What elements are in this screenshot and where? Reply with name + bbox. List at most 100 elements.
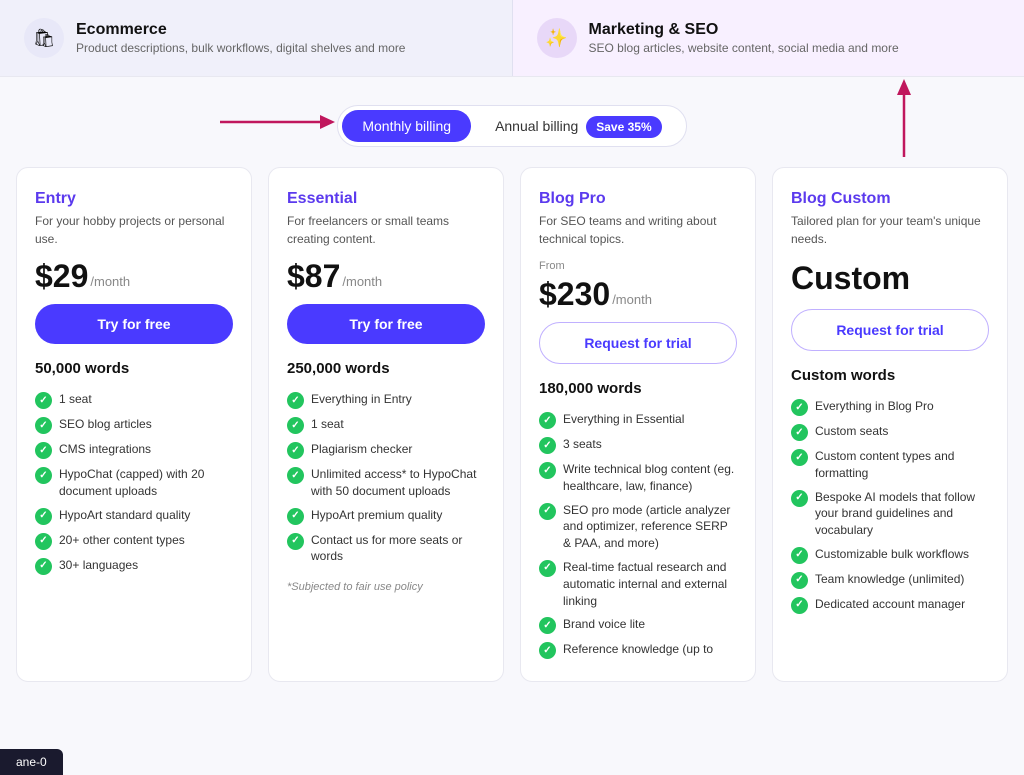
- essential-feature-4: Unlimited access* to HypoChat with 50 do…: [287, 466, 485, 500]
- ecommerce-desc: Product descriptions, bulk workflows, di…: [76, 41, 405, 55]
- essential-feature-6: Contact us for more seats or words: [287, 532, 485, 566]
- check-icon: [35, 508, 52, 525]
- blogpro-feature-4: SEO pro mode (article analyzer and optim…: [539, 502, 737, 552]
- essential-words: 250,000 words: [287, 360, 485, 377]
- essential-price: $87: [287, 260, 340, 292]
- blogpro-feature-2: 3 seats: [539, 436, 737, 454]
- blogcustom-plan-name: Blog Custom: [791, 190, 989, 208]
- check-icon: [791, 490, 808, 507]
- bottom-tab[interactable]: ane-0: [0, 749, 63, 775]
- save-badge: Save 35%: [586, 116, 661, 138]
- blogcustom-feature-5: Customizable bulk workflows: [791, 546, 989, 564]
- check-icon: [791, 449, 808, 466]
- entry-feature-7: 30+ languages: [35, 557, 233, 575]
- blogpro-feature-6: Brand voice lite: [539, 616, 737, 634]
- blogcustom-features: Everything in Blog Pro Custom seats Cust…: [791, 398, 989, 614]
- check-icon: [791, 399, 808, 416]
- entry-plan-name: Entry: [35, 190, 233, 208]
- monthly-billing-option[interactable]: Monthly billing: [342, 110, 471, 142]
- entry-words: 50,000 words: [35, 360, 233, 377]
- marketing-text: Marketing & SEO SEO blog articles, websi…: [589, 21, 899, 55]
- blogcustom-trial-button[interactable]: Request for trial: [791, 309, 989, 351]
- blogpro-feature-1: Everything in Essential: [539, 411, 737, 429]
- entry-feature-2: SEO blog articles: [35, 416, 233, 434]
- marketing-desc: SEO blog articles, website content, soci…: [589, 41, 899, 55]
- blogcustom-feature-6: Team knowledge (unlimited): [791, 571, 989, 589]
- marketing-icon: ✨: [537, 18, 577, 58]
- blogpro-words: 180,000 words: [539, 380, 737, 397]
- blogcustom-plan-desc: Tailored plan for your team's unique nee…: [791, 212, 989, 248]
- blogpro-card: Blog Pro For SEO teams and writing about…: [520, 167, 756, 682]
- marketing-category[interactable]: ✨ Marketing & SEO SEO blog articles, web…: [513, 0, 1024, 76]
- entry-feature-6: 20+ other content types: [35, 532, 233, 550]
- blogcustom-feature-1: Everything in Blog Pro: [791, 398, 989, 416]
- blogpro-feature-3: Write technical blog content (eg. health…: [539, 461, 737, 495]
- entry-feature-3: CMS integrations: [35, 441, 233, 459]
- blogcustom-words: Custom words: [791, 367, 989, 384]
- marketing-title: Marketing & SEO: [589, 21, 899, 39]
- essential-plan-name: Essential: [287, 190, 485, 208]
- entry-card: Entry For your hobby projects or persona…: [16, 167, 252, 682]
- blogcustom-feature-2: Custom seats: [791, 423, 989, 441]
- annual-billing-option[interactable]: Annual billing Save 35%: [475, 110, 682, 142]
- blogpro-from: From: [539, 260, 737, 272]
- blogpro-plan-desc: For SEO teams and writing about technica…: [539, 212, 737, 248]
- blogcustom-price: Custom: [791, 260, 989, 297]
- essential-card: Essential For freelancers or small teams…: [268, 167, 504, 682]
- blogpro-period: /month: [612, 292, 652, 307]
- right-arrow-icon: [889, 77, 919, 157]
- blogpro-trial-button[interactable]: Request for trial: [539, 322, 737, 364]
- check-icon: [539, 642, 556, 659]
- blogcustom-card: Blog Custom Tailored plan for your team'…: [772, 167, 1008, 682]
- entry-feature-1: 1 seat: [35, 391, 233, 409]
- blogpro-price: $230: [539, 278, 610, 310]
- check-icon: [539, 412, 556, 429]
- ecommerce-title: Ecommerce: [76, 21, 405, 39]
- billing-section: Monthly billing Annual billing Save 35%: [0, 77, 1024, 167]
- check-icon: [35, 533, 52, 550]
- essential-feature-5: HypoArt premium quality: [287, 507, 485, 525]
- entry-period: /month: [90, 274, 130, 289]
- check-icon: [539, 617, 556, 634]
- category-bar: 🛍 Ecommerce Product descriptions, bulk w…: [0, 0, 1024, 77]
- essential-note: *Subjected to fair use policy: [287, 581, 485, 593]
- check-icon: [35, 392, 52, 409]
- entry-features: 1 seat SEO blog articles CMS integration…: [35, 391, 233, 575]
- ecommerce-category[interactable]: 🛍 Ecommerce Product descriptions, bulk w…: [0, 0, 513, 76]
- check-icon: [287, 442, 304, 459]
- check-icon: [791, 572, 808, 589]
- blogpro-price-row: $230 /month: [539, 278, 737, 310]
- pricing-cards: Entry For your hobby projects or persona…: [0, 167, 1024, 702]
- ecommerce-icon: 🛍: [24, 18, 64, 58]
- check-icon: [791, 597, 808, 614]
- check-icon: [791, 547, 808, 564]
- essential-try-free-button[interactable]: Try for free: [287, 304, 485, 344]
- check-icon: [35, 442, 52, 459]
- blogpro-features: Everything in Essential 3 seats Write te…: [539, 411, 737, 659]
- essential-period: /month: [342, 274, 382, 289]
- entry-plan-desc: For your hobby projects or personal use.: [35, 212, 233, 248]
- essential-feature-3: Plagiarism checker: [287, 441, 485, 459]
- check-icon: [539, 462, 556, 479]
- blogcustom-feature-4: Bespoke AI models that follow your brand…: [791, 489, 989, 539]
- essential-features: Everything in Entry 1 seat Plagiarism ch…: [287, 391, 485, 565]
- entry-price: $29: [35, 260, 88, 292]
- check-icon: [287, 533, 304, 550]
- left-arrow-icon: [220, 107, 340, 137]
- blogpro-plan-name: Blog Pro: [539, 190, 737, 208]
- blogcustom-feature-3: Custom content types and formatting: [791, 448, 989, 482]
- ecommerce-text: Ecommerce Product descriptions, bulk wor…: [76, 21, 405, 55]
- blogpro-feature-7: Reference knowledge (up to: [539, 641, 737, 659]
- essential-feature-1: Everything in Entry: [287, 391, 485, 409]
- billing-toggle: Monthly billing Annual billing Save 35%: [337, 105, 686, 147]
- check-icon: [539, 560, 556, 577]
- check-icon: [287, 392, 304, 409]
- entry-try-free-button[interactable]: Try for free: [35, 304, 233, 344]
- check-icon: [35, 417, 52, 434]
- entry-price-row: $29 /month: [35, 260, 233, 292]
- check-icon: [539, 437, 556, 454]
- check-icon: [287, 417, 304, 434]
- essential-price-row: $87 /month: [287, 260, 485, 292]
- check-icon: [791, 424, 808, 441]
- essential-feature-2: 1 seat: [287, 416, 485, 434]
